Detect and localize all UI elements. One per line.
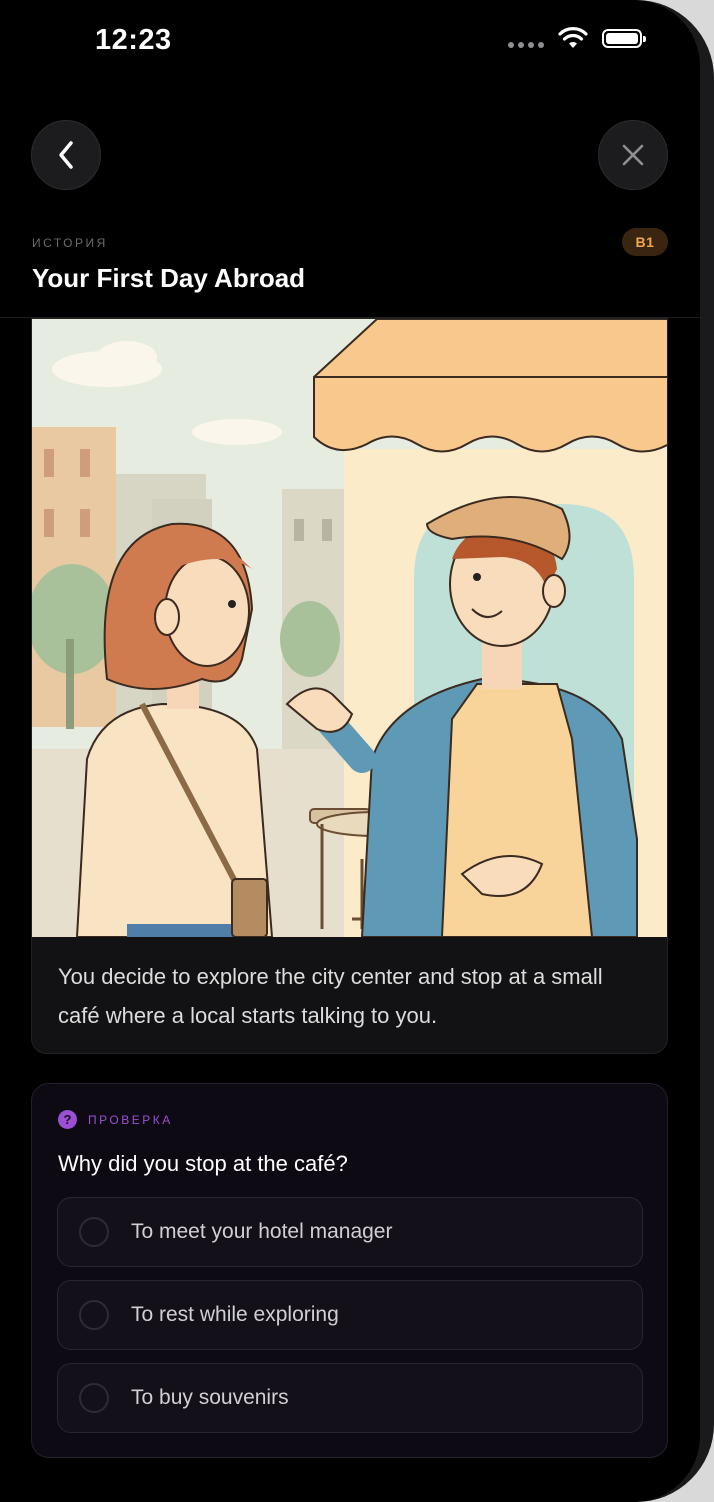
close-button[interactable] [598,120,668,190]
device-frame: 12:23 ИСТОРИЯ B1 Your First Day Abroad Y… [0,0,714,1502]
question-icon: ? [58,1110,77,1129]
section-eyebrow: ИСТОРИЯ [32,236,108,250]
screen: 12:23 ИСТОРИЯ B1 Your First Day Abroad Y… [0,0,700,1502]
radio-icon [79,1383,109,1413]
answer-option-label: To rest while exploring [131,1303,339,1326]
chevron-left-icon [59,141,73,169]
story-card: You decide to explore the city center an… [31,318,668,1054]
answer-option-label: To meet your hotel manager [131,1220,393,1243]
answer-option[interactable]: To meet your hotel manager [57,1197,643,1267]
back-button[interactable] [31,120,101,190]
story-illustration [32,319,667,937]
radio-icon [79,1217,109,1247]
status-time: 12:23 [95,24,172,56]
radio-icon [79,1300,109,1330]
signal-dots-icon [508,42,544,48]
quiz-question: Why did you stop at the café? [58,1151,348,1176]
battery-icon [602,28,646,48]
status-icons [508,27,646,49]
answer-option-label: To buy souvenirs [131,1386,289,1409]
wifi-icon [558,27,588,48]
page-title: Your First Day Abroad [32,263,306,293]
level-badge: B1 [622,228,668,256]
answer-option[interactable]: To rest while exploring [57,1280,643,1350]
answer-option[interactable]: To buy souvenirs [57,1363,643,1433]
quiz-label: ПРОВЕРКА [88,1113,173,1127]
story-text: You decide to explore the city center an… [58,964,603,1028]
quiz-card: ? ПРОВЕРКА Why did you stop at the café?… [31,1083,668,1458]
close-icon [622,144,644,166]
